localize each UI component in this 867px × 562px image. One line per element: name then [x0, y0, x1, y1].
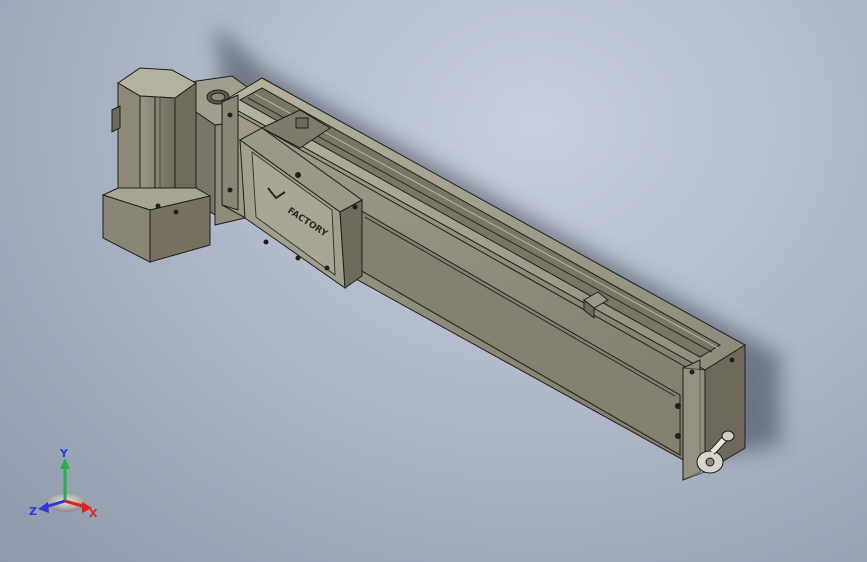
coordinate-triad: Y X Z: [29, 447, 98, 520]
x-axis-label: X: [89, 507, 98, 520]
z-axis-label: Z: [29, 505, 37, 518]
linear-actuator-model[interactable]: FACTORY: [0, 0, 867, 562]
y-axis-label: Y: [59, 447, 69, 460]
left-end-plate: [221, 94, 239, 211]
graphics-viewport[interactable]: FACTORY Y X Z: [0, 0, 867, 562]
servo-motor: [101, 67, 212, 263]
